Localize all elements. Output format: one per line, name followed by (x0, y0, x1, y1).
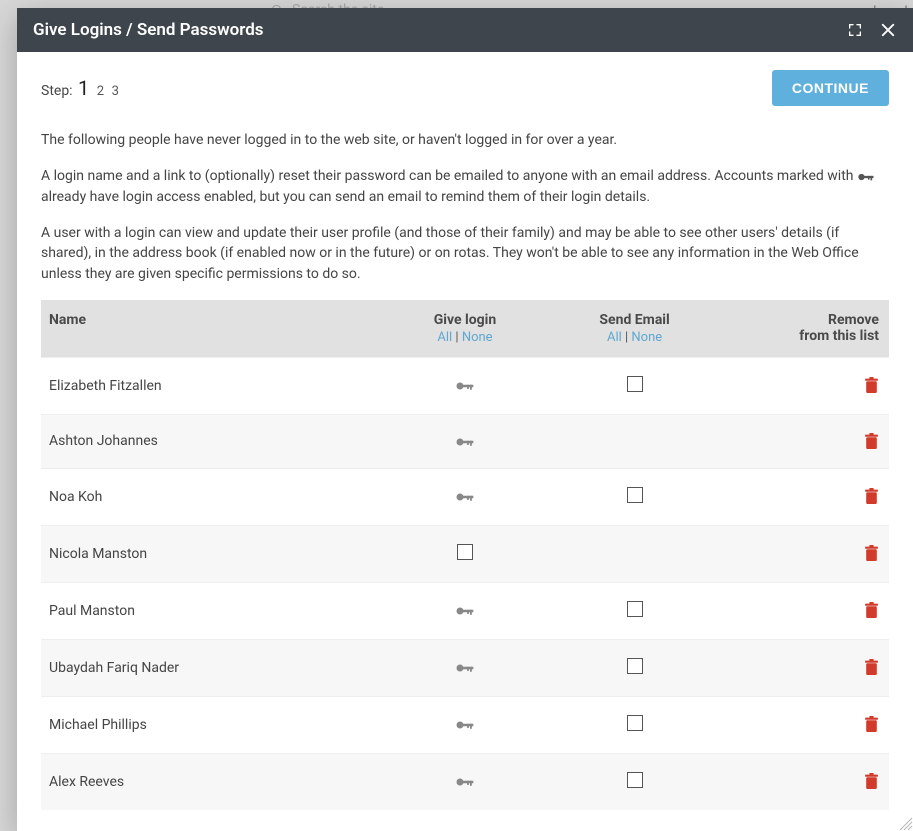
key-icon (455, 717, 475, 733)
close-icon[interactable] (879, 21, 897, 39)
table-row: Michael Phillips (41, 696, 889, 753)
col-header-send-email: Send Email All | None (550, 300, 720, 358)
users-table: Name Give login All | None Send Email Al… (41, 300, 889, 810)
cell-name: Nicola Manston (41, 525, 380, 582)
table-row: Nicola Manston (41, 525, 889, 582)
cell-send-email (550, 639, 720, 696)
intro-p3: A user with a login can view and update … (41, 223, 889, 284)
send-email-checkbox[interactable] (627, 487, 643, 503)
col-header-give-login: Give login All | None (380, 300, 550, 358)
cell-give-login (380, 357, 550, 414)
cell-name: Alex Reeves (41, 753, 380, 810)
trash-icon[interactable] (864, 546, 879, 562)
trash-icon[interactable] (864, 489, 879, 505)
fullscreen-icon[interactable] (847, 22, 863, 38)
key-icon (455, 603, 475, 619)
cell-give-login (380, 414, 550, 468)
key-icon (455, 489, 475, 505)
cell-give-login (380, 468, 550, 525)
cell-remove (719, 525, 889, 582)
cell-remove (719, 639, 889, 696)
key-icon (455, 433, 475, 449)
send-email-none-link[interactable]: None (631, 330, 662, 345)
give-login-all-link[interactable]: All (437, 330, 452, 345)
cell-give-login (380, 525, 550, 582)
table-row: Noa Koh (41, 468, 889, 525)
trash-icon[interactable] (864, 378, 879, 394)
send-email-checkbox[interactable] (627, 772, 643, 788)
step-indicator: Step: 1 2 3 (41, 70, 889, 100)
cell-send-email (550, 525, 720, 582)
cell-send-email (550, 753, 720, 810)
cell-name: Michael Phillips (41, 696, 380, 753)
cell-send-email (550, 414, 720, 468)
table-row: Alex Reeves (41, 753, 889, 810)
cell-name: Ashton Johannes (41, 414, 380, 468)
cell-send-email (550, 696, 720, 753)
cell-remove (719, 696, 889, 753)
send-email-checkbox[interactable] (627, 601, 643, 617)
cell-remove (719, 753, 889, 810)
cell-name: Ubaydah Fariq Nader (41, 639, 380, 696)
table-row: Elizabeth Fitzallen (41, 357, 889, 414)
give-login-allnone: All | None (388, 330, 542, 345)
step-label: Step: (41, 83, 76, 99)
trash-icon[interactable] (864, 433, 879, 449)
col-header-name: Name (41, 300, 380, 358)
cell-name: Noa Koh (41, 468, 380, 525)
table-row: Paul Manston (41, 582, 889, 639)
modal: Give Logins / Send Passwords Step: 1 2 3… (17, 8, 913, 831)
cell-give-login (380, 696, 550, 753)
cell-remove (719, 414, 889, 468)
cell-send-email (550, 468, 720, 525)
table-row: Ubaydah Fariq Nader (41, 639, 889, 696)
modal-header-icons (847, 21, 897, 39)
cell-name: Elizabeth Fitzallen (41, 357, 380, 414)
trash-icon[interactable] (864, 774, 879, 790)
give-login-checkbox[interactable] (457, 544, 473, 560)
key-icon (455, 660, 475, 676)
cell-remove (719, 582, 889, 639)
cell-send-email (550, 357, 720, 414)
send-email-checkbox[interactable] (627, 658, 643, 674)
cell-name: Paul Manston (41, 582, 380, 639)
step-1[interactable]: 1 (76, 76, 91, 100)
cell-give-login (380, 582, 550, 639)
send-email-checkbox[interactable] (627, 376, 643, 392)
intro-p1: The following people have never logged i… (41, 130, 889, 150)
cell-remove (719, 357, 889, 414)
intro-p2: A login name and a link to (optionally) … (41, 166, 889, 207)
step-3[interactable]: 3 (110, 84, 121, 99)
cell-remove (719, 468, 889, 525)
cell-send-email (550, 582, 720, 639)
send-email-checkbox[interactable] (627, 715, 643, 731)
intro-text: The following people have never logged i… (41, 130, 889, 284)
trash-icon[interactable] (864, 660, 879, 676)
modal-title: Give Logins / Send Passwords (33, 20, 264, 40)
continue-button[interactable]: CONTINUE (772, 70, 889, 106)
key-icon (455, 774, 475, 790)
give-login-none-link[interactable]: None (462, 330, 493, 345)
key-icon (455, 378, 475, 394)
trash-icon[interactable] (864, 717, 879, 733)
modal-header: Give Logins / Send Passwords (17, 8, 913, 52)
cell-give-login (380, 639, 550, 696)
cell-give-login (380, 753, 550, 810)
col-header-remove: Remove from this list (719, 300, 889, 358)
modal-body: Step: 1 2 3 CONTINUE The following peopl… (17, 52, 913, 831)
trash-icon[interactable] (864, 603, 879, 619)
send-email-all-link[interactable]: All (607, 330, 622, 345)
key-icon (857, 166, 875, 186)
step-2[interactable]: 2 (95, 84, 106, 99)
send-email-allnone: All | None (558, 330, 712, 345)
resize-grip-icon[interactable] (897, 815, 913, 831)
table-row: Ashton Johannes (41, 414, 889, 468)
